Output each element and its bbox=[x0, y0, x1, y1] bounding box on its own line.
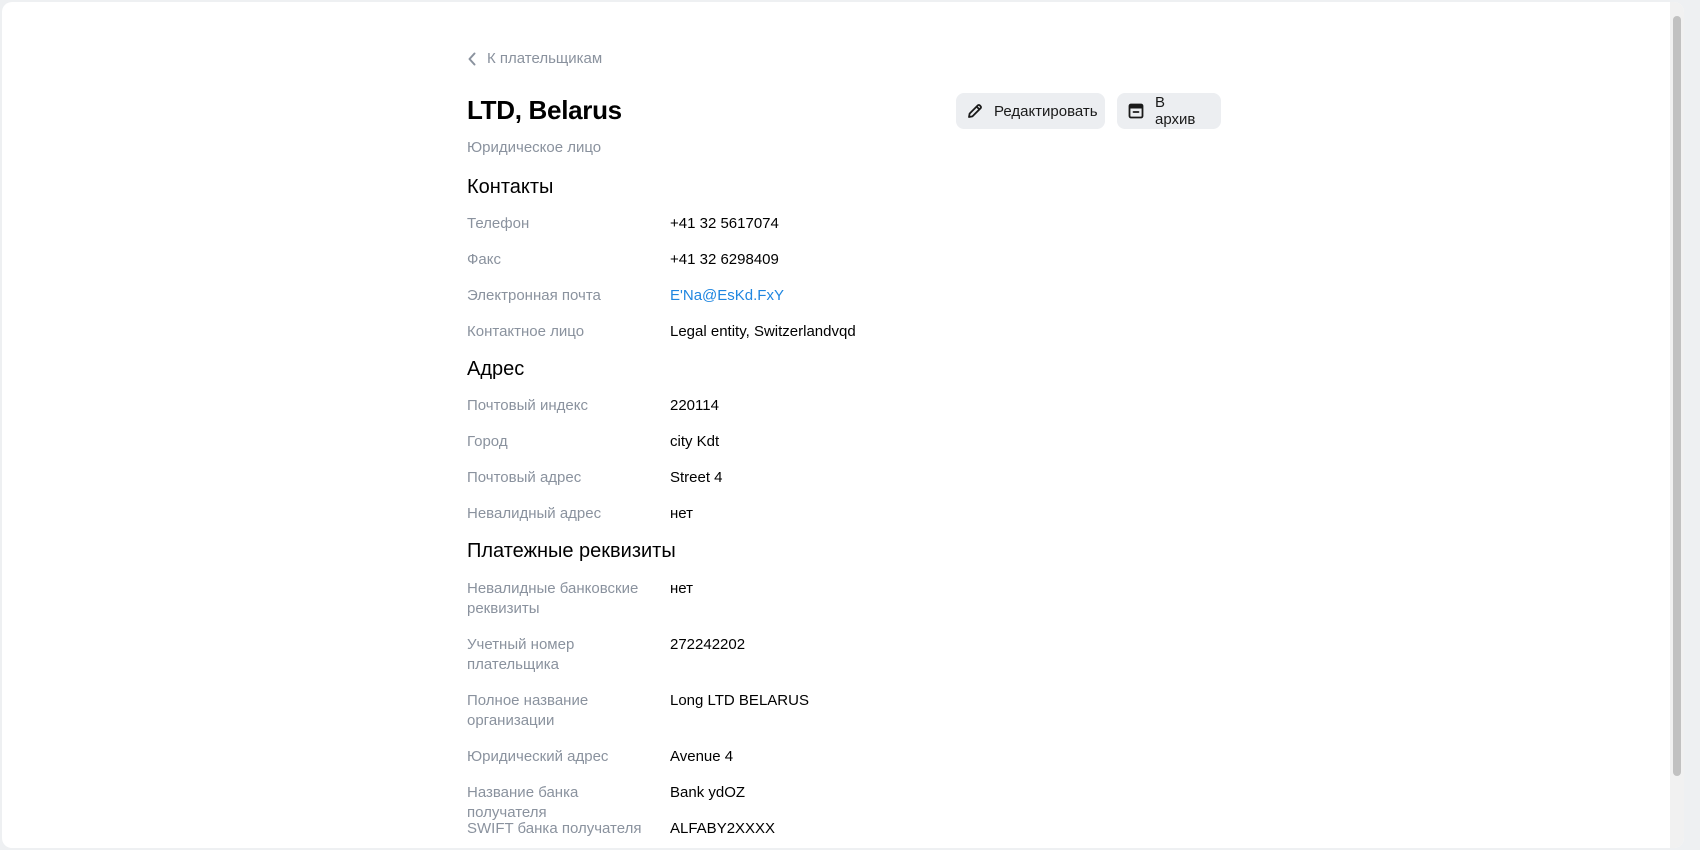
field-label: Контактное лицо bbox=[467, 323, 585, 340]
field-value: нет bbox=[670, 580, 693, 597]
field-label: Название банка получателя bbox=[467, 784, 579, 821]
field-label: Телефон bbox=[467, 215, 530, 232]
field-value: city Kdt bbox=[670, 433, 720, 450]
field-label: Полное название организации bbox=[467, 692, 589, 729]
field-label: Юридический адрес bbox=[467, 748, 609, 765]
field-value: нет bbox=[670, 505, 693, 522]
field-value: +41 32 6298409 bbox=[670, 251, 779, 268]
field-label: Почтовый адрес bbox=[467, 469, 582, 486]
field-value: Legal entity, Switzerlandvqd bbox=[670, 323, 856, 340]
field-label: Невалидный адрес bbox=[467, 505, 602, 522]
back-to-payers-link[interactable]: К плательщикам bbox=[467, 50, 602, 67]
archive-box-icon bbox=[1127, 102, 1145, 120]
field-value: ALFABY2XXXX bbox=[670, 820, 776, 837]
field-value: Street 4 bbox=[670, 469, 723, 486]
field-label: Невалидные банковские реквизиты bbox=[467, 580, 639, 617]
field-value: Bank ydOZ bbox=[670, 784, 746, 801]
field-value: +41 32 5617074 bbox=[670, 215, 779, 232]
address-section-title: Адрес bbox=[467, 358, 525, 380]
field-value: 220114 bbox=[670, 397, 719, 414]
field-label: Почтовый индекс bbox=[467, 397, 588, 414]
field-value: Long LTD BELARUS bbox=[670, 692, 809, 709]
page-frame: К плательщикам LTD, Belarus Юридическое … bbox=[2, 2, 1684, 848]
field-label: Учетный номер плательщика bbox=[467, 636, 575, 673]
vertical-scrollbar[interactable] bbox=[1670, 2, 1684, 848]
field-label: SWIFT банка получателя bbox=[467, 820, 642, 837]
field-value: 272242202 bbox=[670, 636, 746, 653]
field-label: Факс bbox=[467, 251, 501, 268]
field-label: Электронная почта bbox=[467, 287, 601, 304]
page-title: LTD, Belarus bbox=[467, 95, 622, 125]
back-link-label: К плательщикам bbox=[487, 50, 603, 67]
field-value: Avenue 4 bbox=[670, 748, 734, 765]
scrollbar-thumb[interactable] bbox=[1673, 16, 1681, 776]
header-actions: Редактировать В архив bbox=[956, 93, 1221, 129]
payment-section-title: Платежные реквизиты bbox=[467, 540, 676, 562]
contacts-section-title: Контакты bbox=[467, 176, 554, 198]
edit-button-label: Редактировать bbox=[994, 102, 1098, 120]
email-link[interactable]: E'Na@EsKd.FxY bbox=[670, 286, 784, 306]
field-label: Город bbox=[467, 433, 508, 450]
archive-button[interactable]: В архив bbox=[1117, 93, 1221, 129]
archive-button-label: В архив bbox=[1155, 94, 1196, 128]
payer-type: Юридическое лицо bbox=[467, 139, 602, 156]
pencil-icon bbox=[966, 102, 984, 120]
chevron-left-icon bbox=[467, 52, 477, 66]
edit-button[interactable]: Редактировать bbox=[956, 93, 1105, 129]
